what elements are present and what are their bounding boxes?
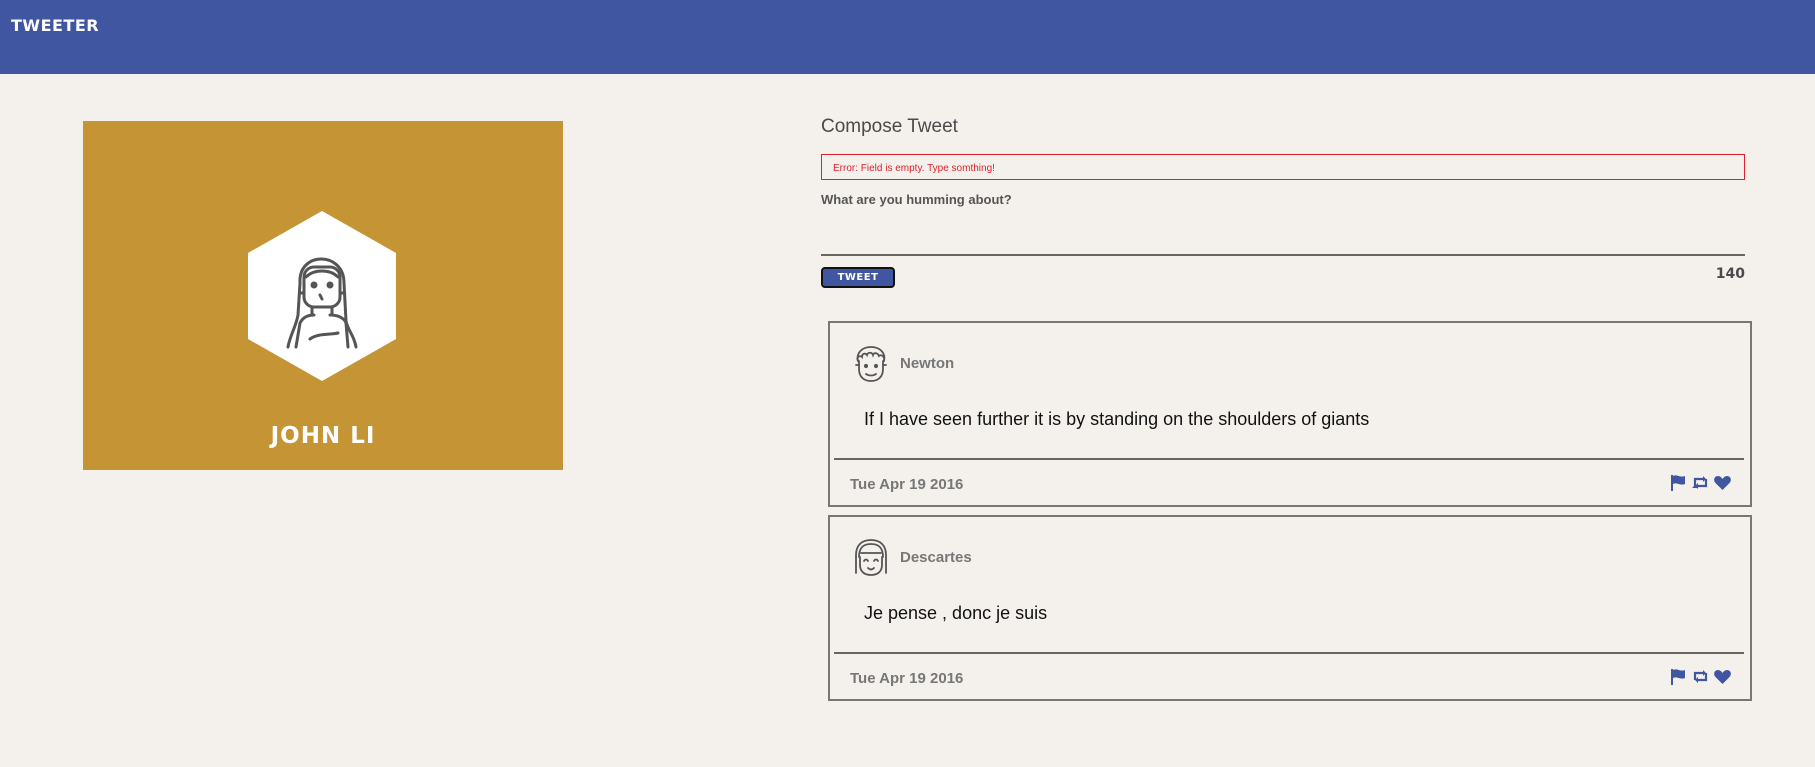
tweet-actions (1669, 473, 1732, 493)
tweet-text: If I have seen further it is by standing… (864, 409, 1370, 429)
man-curly-hair-icon (850, 343, 892, 385)
tweet-date: Tue Apr 19 2016 (850, 476, 964, 493)
divider (834, 458, 1744, 460)
flag-icon[interactable] (1669, 667, 1688, 686)
tweet-card: Descartes Je pense , donc je suis Tue Ap… (828, 515, 1752, 701)
tweet-button[interactable]: TWEET (821, 267, 895, 288)
app-logo[interactable]: TWEETER (11, 16, 99, 35)
profile-avatar (248, 211, 396, 381)
tweet-actions (1669, 667, 1732, 687)
compose-prompt-label: What are you humming about? (821, 192, 1012, 207)
tweet-date: Tue Apr 19 2016 (850, 670, 964, 687)
retweet-icon[interactable] (1691, 667, 1710, 686)
profile-card: JOHN LI (83, 121, 563, 470)
flag-icon[interactable] (1669, 473, 1688, 492)
character-counter: 140 (1715, 266, 1745, 282)
profile-name: JOHN LI (270, 423, 376, 449)
user-avatar-icon (248, 211, 396, 381)
tweet-author[interactable]: Newton (900, 355, 954, 372)
top-navbar: TWEETER (0, 0, 1815, 74)
tweet-author[interactable]: Descartes (900, 549, 972, 566)
heart-icon[interactable] (1713, 473, 1732, 492)
error-message: Error: Field is empty. Type somthing! (833, 163, 995, 174)
compose-title: Compose Tweet (821, 116, 958, 137)
heart-icon[interactable] (1713, 667, 1732, 686)
divider (834, 652, 1744, 654)
retweet-icon[interactable] (1691, 473, 1710, 492)
tweet-card: Newton If I have seen further it is by s… (828, 321, 1752, 507)
error-message-box: Error: Field is empty. Type somthing! (821, 154, 1745, 180)
tweet-text: Je pense , donc je suis (864, 603, 1048, 623)
compose-input[interactable] (821, 210, 1745, 256)
woman-bangs-icon (850, 537, 892, 579)
